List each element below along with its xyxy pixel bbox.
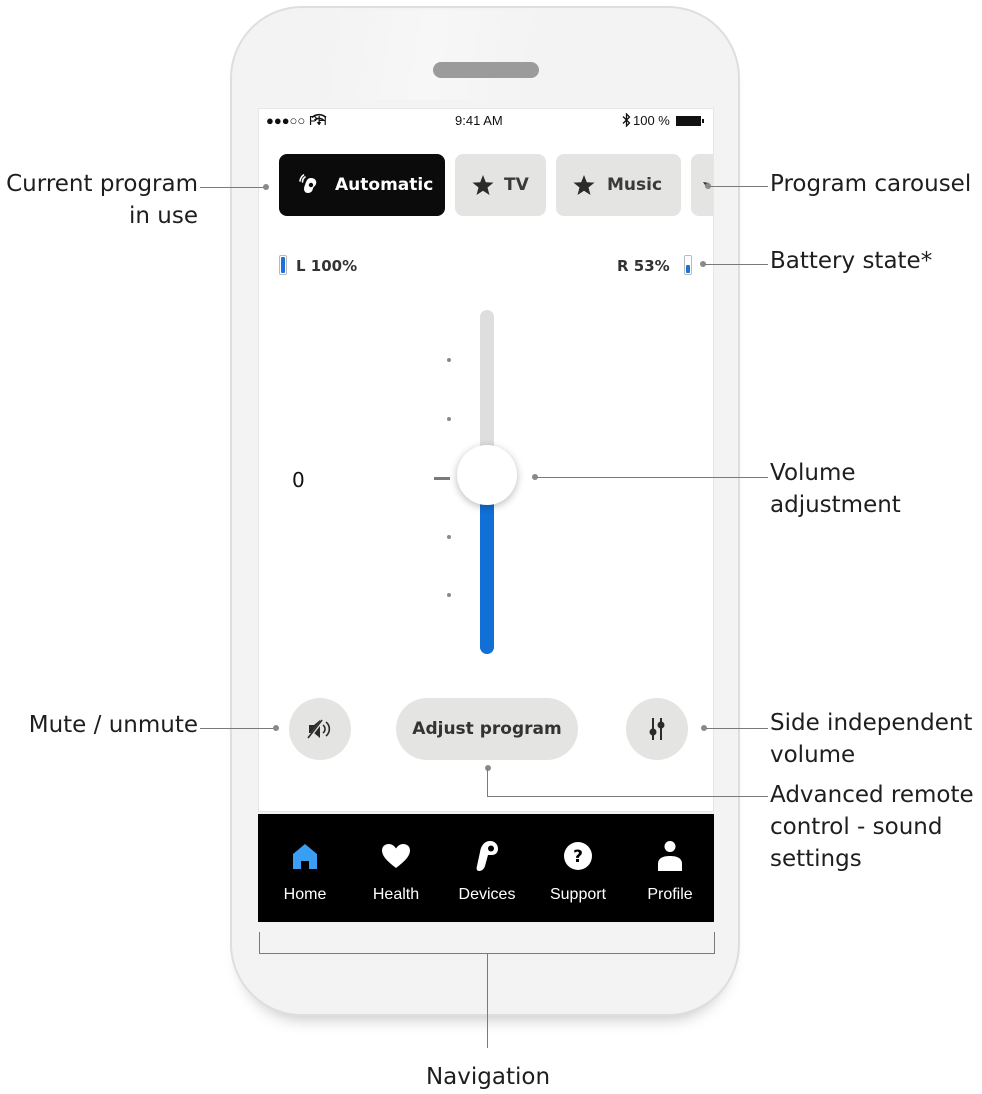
annotation-current-program: Current program in use xyxy=(6,171,198,229)
bracket-line xyxy=(487,953,488,1048)
nav-item-home[interactable]: Home xyxy=(260,814,350,922)
status-battery-tip xyxy=(702,119,704,123)
right-battery-label: R 53% xyxy=(617,257,670,275)
bracket-line xyxy=(714,932,715,954)
volume-current-mark xyxy=(434,477,450,480)
nav-item-support[interactable]: ? Support xyxy=(533,814,623,922)
side-sliders-icon xyxy=(649,718,665,740)
leader-dot xyxy=(263,184,269,190)
leader-line xyxy=(487,768,488,796)
phone-glare xyxy=(330,10,530,100)
nav-label: Devices xyxy=(458,886,516,903)
star-icon xyxy=(573,174,595,195)
annotation-advanced-remote: Advanced remote control - sound settings xyxy=(770,782,974,872)
program-label: Music xyxy=(607,175,663,195)
right-battery-fill xyxy=(686,264,690,273)
program-music[interactable]: Music xyxy=(556,154,681,216)
bracket-line xyxy=(259,932,260,954)
person-icon xyxy=(658,841,682,871)
status-battery-icon xyxy=(676,116,701,126)
left-battery-icon xyxy=(279,255,287,275)
volume-tick xyxy=(447,593,451,597)
annotation-side-independent: Side independent volume xyxy=(770,710,973,768)
leader-line xyxy=(706,728,768,729)
nav-label: Health xyxy=(372,886,420,903)
bluetooth-icon xyxy=(622,113,631,127)
status-battery-text: 100 % xyxy=(633,113,670,128)
annotation-mute: Mute / unmute xyxy=(28,712,198,738)
annotation-battery-state: Battery state* xyxy=(770,248,933,274)
speaker-mute-icon xyxy=(306,719,331,740)
svg-text:?: ? xyxy=(573,847,583,867)
wifi-icon xyxy=(311,113,327,125)
star-icon xyxy=(472,174,494,195)
question-icon: ? xyxy=(564,842,592,870)
status-time: 9:41 AM xyxy=(455,113,503,128)
right-battery-icon xyxy=(684,255,692,275)
volume-tick xyxy=(447,535,451,539)
program-tv[interactable]: TV xyxy=(455,154,546,216)
heart-icon xyxy=(382,844,410,868)
left-battery-label: L 100% xyxy=(296,257,358,275)
leader-line xyxy=(537,477,768,478)
mute-button[interactable] xyxy=(289,698,351,760)
nav-label: Profile xyxy=(647,886,693,903)
adjust-program-button[interactable]: Adjust program xyxy=(396,698,578,760)
leader-line xyxy=(487,796,768,797)
home-icon xyxy=(293,844,317,869)
annotation-navigation: Navigation xyxy=(425,1064,551,1090)
hearing-aid-icon xyxy=(476,841,498,871)
leader-dot xyxy=(273,725,279,731)
leader-dot xyxy=(485,765,491,771)
nav-item-profile[interactable]: Profile xyxy=(625,814,715,922)
hearing-aid-icon xyxy=(299,174,317,193)
leader-line xyxy=(200,187,265,188)
volume-knob[interactable] xyxy=(457,445,517,505)
program-label: TV xyxy=(504,175,529,195)
volume-tick xyxy=(447,417,451,421)
nav-label: Home xyxy=(283,886,327,903)
annotation-volume: Volume adjustment xyxy=(770,460,901,518)
nav-item-devices[interactable]: Devices xyxy=(442,814,532,922)
leader-line xyxy=(200,728,276,729)
nav-label: Support xyxy=(549,886,607,903)
phone-speaker xyxy=(433,62,539,78)
annotation-program-carousel: Program carousel xyxy=(770,171,972,197)
leader-line xyxy=(710,186,768,187)
nav-item-health[interactable]: Health xyxy=(351,814,441,922)
leader-line xyxy=(705,264,768,265)
volume-tick xyxy=(447,358,451,362)
side-independent-volume-button[interactable] xyxy=(626,698,688,760)
volume-track-fill xyxy=(480,480,494,654)
left-battery-fill xyxy=(281,257,285,273)
volume-value: 0 xyxy=(292,468,305,492)
program-automatic[interactable]: Automatic xyxy=(279,154,445,216)
program-label: Automatic xyxy=(335,175,434,195)
